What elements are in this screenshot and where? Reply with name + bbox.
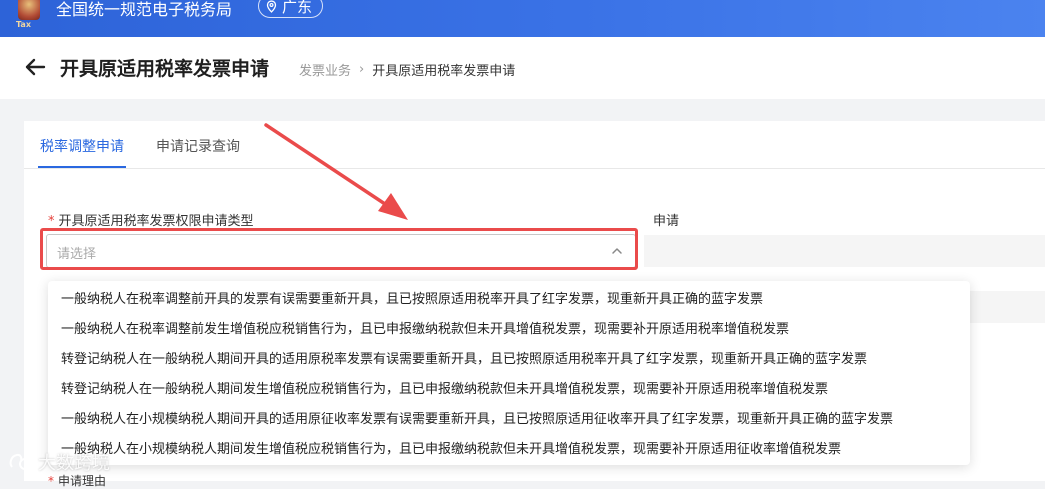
dropdown-option[interactable]: 一般纳税人在税率调整前开具的发票有误需要重新开具，且已按照原适用税率开具了红字发… [61,288,763,307]
dropdown-option[interactable]: 一般纳税人在小规模纳税人期间发生增值税应税销售行为，且已申报缴纳税款但未开具增值… [61,438,841,457]
second-field-label: 申请 [653,214,680,229]
breadcrumb-item-current: 开具原适用税率发票申请 [372,64,516,79]
region-label: 广东 [282,0,313,16]
second-field-input[interactable] [644,235,1045,267]
region-selector[interactable]: 广东 [258,0,324,18]
dropdown-option[interactable]: 一般纳税人在税率调整前发生增值税应税销售行为，且已申报缴纳税款但未开具增值税发票… [61,318,789,337]
logo-caption: Tax [16,20,31,29]
breadcrumb-item-invoice-business[interactable]: 发票业务 [299,60,351,79]
breadcrumb: 发票业务 › 开具原适用税率发票申请 [299,60,515,79]
dropdown-option[interactable]: 转登记纳税人在一般纳税人期间发生增值税应税销售行为，且已申报缴纳税款但未开具增值… [61,378,828,397]
chevron-up-icon [612,248,622,254]
location-pin-icon [266,0,277,13]
dropdown-option[interactable]: 转登记纳税人在一般纳税人期间开具的适用原税率发票有误需要重新开具，且已按照原适用… [61,348,867,367]
application-type-label: * 开具原适用税率发票权限申请类型 [48,214,254,229]
tab-bar: 税率调整申请 申请记录查询 [24,121,1045,169]
application-type-dropdown: 一般纳税人在税率调整前开具的发票有误需要重新开具，且已按照原适用税率开具了红字发… [48,281,970,465]
back-arrow-icon[interactable] [24,57,46,77]
breadcrumb-separator-icon: › [359,62,365,77]
page-title-bar: 开具原适用税率发票申请 发票业务 › 开具原适用税率发票申请 [0,37,1045,99]
page-title: 开具原适用税率发票申请 [60,58,270,80]
top-header: Tax 全国统一规范电子税务局 广东 [0,0,1045,37]
watermark-logo-icon [9,453,31,470]
tab-application-record-query[interactable]: 申请记录查询 [156,136,240,168]
watermark: 大数跨境 [8,449,110,475]
select-placeholder: 请选择 [57,247,97,262]
tax-emblem-logo [18,0,40,20]
required-asterisk: * [48,474,54,488]
site-title: 全国统一规范电子税务局 [56,0,233,19]
application-type-select[interactable]: 请选择 [46,234,636,268]
tab-rate-adjustment-application[interactable]: 税率调整申请 [38,136,126,168]
dropdown-option[interactable]: 一般纳税人在小规模纳税人期间开具的适用原征收率发票有误需要重新开具，且已按照原适… [61,408,893,427]
required-asterisk: * [48,214,55,229]
